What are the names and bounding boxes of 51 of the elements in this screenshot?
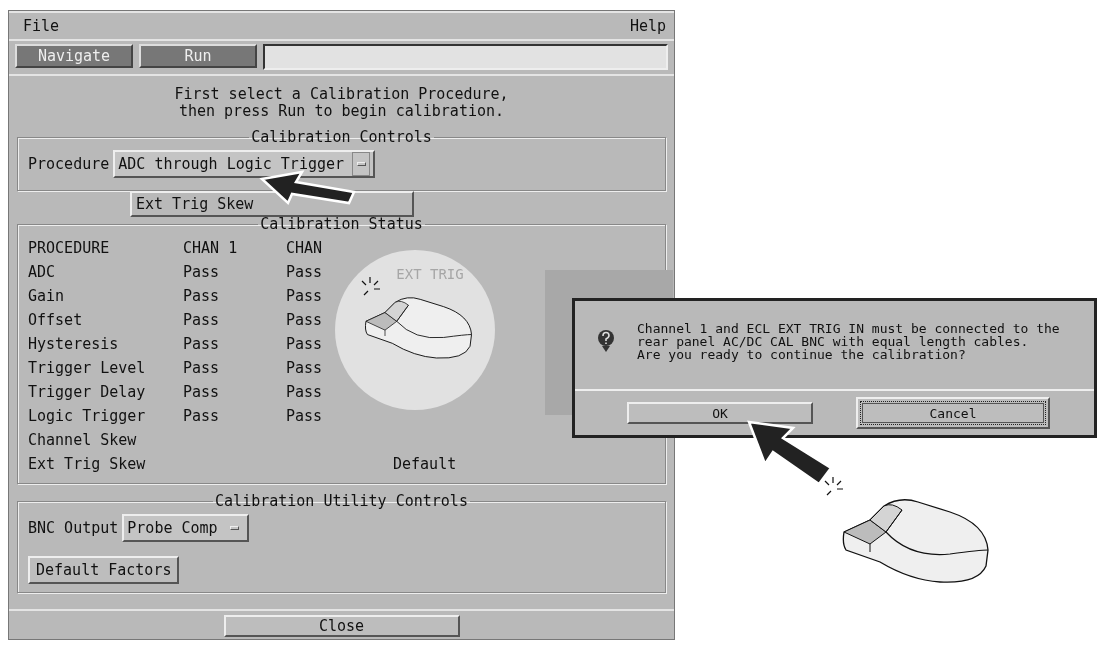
column-header: PROCEDURE [28,239,111,259]
menu-item[interactable]: Help [629,17,666,35]
result-cell-text: Default [393,455,458,475]
result-cell-text: Pass [286,287,324,307]
procedure-cell-text: Trigger Level [28,359,147,379]
result-cell-text: Pass [183,383,221,403]
procedure-cell-text: ADC [28,263,57,283]
dialog-button[interactable]: Cancel [856,397,1050,429]
procedure-cell-text: Hysteresis [28,335,120,355]
result-cell-text: Pass [183,263,221,283]
result-cell-text: Pass [286,263,324,283]
field-label: BNC Output [28,519,119,537]
result-cell-text: Pass [286,311,324,331]
result-cell-text: Pass [183,359,221,379]
dialog-message: Channel 1 and ECL EXT TRIG IN must be connected to the [637,321,1060,335]
result-cell-text: Pass [183,407,221,427]
dialog-message: rear panel AC/DC CAL BNC with equal length cables. [637,334,1030,348]
procedure-cell-text: Trigger Delay [28,383,147,403]
dialog-button[interactable]: OK [627,402,813,424]
result-cell-text: Pass [286,335,324,355]
result-cell-text: Pass [183,335,221,355]
procedure-cell-text: Channel Skew [28,431,138,451]
instruction-text: First select a Calibration Procedure, [173,86,510,103]
result-cell-text: Pass [183,311,221,331]
group-title: Calibration Controls [250,128,433,146]
dropdown-icon [352,152,371,176]
column-header: CHAN 1 [183,239,239,259]
procedure-cell-text: Logic Trigger [28,407,147,427]
group-title: Calibration Status [259,215,424,233]
column-header: CHAN [286,239,324,259]
toolbar-button[interactable]: Navigate [15,44,133,68]
procedure-dropdown[interactable]: ADC through Logic Trigger [113,150,376,178]
result-cell-text: Pass [286,407,324,427]
procedure-cell-text: Gain [28,287,66,307]
menu-option[interactable]: Ext Trig Skew [136,195,408,213]
group-title: Calibration Utility Controls [214,492,469,510]
default-factors-button[interactable]: Default Factors [28,556,180,584]
question-icon [597,329,615,353]
result-cell-text: Pass [286,359,324,379]
field-label: Procedure [28,155,110,173]
procedure-cell-text: Offset [28,311,84,331]
bnc-output-dropdown[interactable]: Probe Comp [122,514,249,542]
magnified-label: EXT TRIG [396,266,464,282]
result-cell-text: Pass [286,383,324,403]
procedure-cell-text: Ext Trig Skew [28,455,147,475]
toolbar-button[interactable]: Run [139,44,257,68]
close-button[interactable]: Close [223,615,460,637]
result-cell-text: Pass [183,287,221,307]
instruction-text: then press Run to begin calibration. [177,103,506,120]
cursor-arrow-icon [258,170,358,206]
menu-item[interactable]: File [23,17,60,35]
